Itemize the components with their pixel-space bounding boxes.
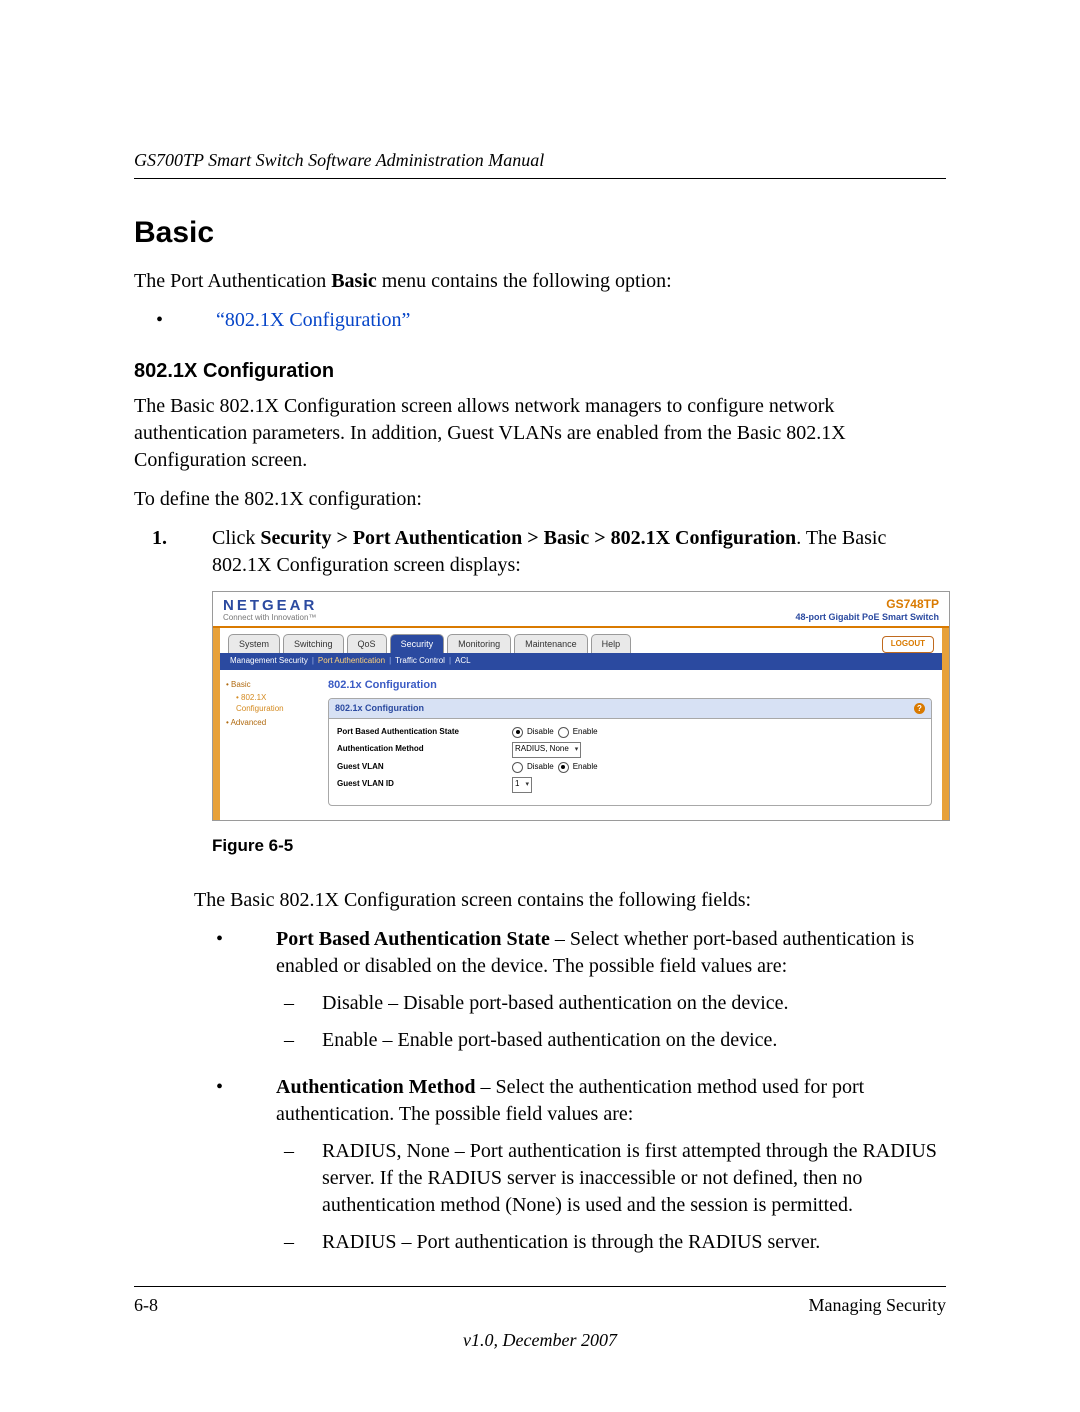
- right-rail: [942, 628, 949, 820]
- radio-gvlan-enable-label: Enable: [573, 762, 598, 773]
- bullet-marker: •: [134, 307, 216, 334]
- help-icon[interactable]: ?: [914, 703, 925, 714]
- figure-screenshot: NETGEAR Connect with Innovation™ GS748TP…: [212, 591, 950, 821]
- select-guest-vlan-id-value: 1: [515, 779, 519, 790]
- select-auth-method[interactable]: RADIUS, None ▾: [512, 742, 581, 758]
- tab-system[interactable]: System: [228, 634, 280, 653]
- dash-marker: –: [276, 1027, 322, 1054]
- select-auth-method-value: RADIUS, None: [515, 744, 569, 755]
- desc-paragraph: The Basic 802.1X Configuration screen al…: [134, 393, 946, 474]
- chevron-down-icon: ▾: [575, 745, 579, 754]
- netgear-tagline: Connect with Innovation™: [223, 613, 317, 624]
- subnav-acl[interactable]: ACL: [455, 656, 471, 665]
- bullet-link-row: • “802.1X Configuration”: [134, 307, 946, 334]
- intro-post: menu contains the following option:: [377, 270, 672, 292]
- side-basic[interactable]: • Basic: [226, 680, 316, 691]
- tab-switching[interactable]: Switching: [283, 634, 344, 653]
- chapter-title: Managing Security: [809, 1293, 946, 1317]
- select-guest-vlan-id[interactable]: 1▾: [512, 777, 532, 793]
- logout-button[interactable]: LOGOUT: [882, 636, 934, 653]
- field-pbas-name: Port Based Authentication State: [276, 928, 550, 950]
- intro-paragraph: The Port Authentication Basic menu conta…: [134, 268, 946, 295]
- version-footer: v1.0, December 2007: [134, 1328, 946, 1352]
- field-auth-opt-radius-none: RADIUS, None – Port authentication is fi…: [322, 1138, 946, 1219]
- radio-pbas-disable-label: Disable: [527, 727, 554, 738]
- sub-nav: Management Security|Port Authentication|…: [220, 653, 942, 670]
- subnav-port-auth[interactable]: Port Authentication: [318, 656, 385, 665]
- dash-marker: –: [276, 990, 322, 1017]
- intro-pre: The Port Authentication: [134, 270, 331, 292]
- fields-intro: The Basic 802.1X Configuration screen co…: [194, 887, 946, 914]
- tab-monitoring[interactable]: Monitoring: [447, 634, 511, 653]
- field-auth-opt-radius: RADIUS – Port authentication is through …: [322, 1229, 946, 1256]
- radio-gvlan-disable[interactable]: [512, 762, 523, 773]
- heading-8021x: 802.1X Configuration: [134, 358, 946, 385]
- bullet-marker: •: [194, 926, 276, 1064]
- tab-maintenance[interactable]: Maintenance: [514, 634, 588, 653]
- side-8021x[interactable]: • 802.1X Configuration: [226, 693, 316, 715]
- define-paragraph: To define the 802.1X configuration:: [134, 486, 946, 513]
- subnav-mgmt-security[interactable]: Management Security: [230, 656, 308, 665]
- radio-pbas-enable[interactable]: [558, 727, 569, 738]
- product-model: GS748TP: [795, 598, 939, 612]
- field-pbas-opt-disable: Disable – Disable port-based authenticat…: [322, 990, 946, 1017]
- link-8021x-config[interactable]: “802.1X Configuration”: [216, 309, 410, 331]
- panel-heading: 802.1x Configuration: [335, 702, 424, 714]
- dash-marker: –: [276, 1229, 322, 1256]
- field-pbas-opt-enable: Enable – Enable port-based authenticatio…: [322, 1027, 946, 1054]
- page-number: 6-8: [134, 1293, 158, 1317]
- heading-basic: Basic: [134, 213, 946, 254]
- bullet-marker: •: [194, 1074, 276, 1266]
- step-1: Click Security > Port Authentication > B…: [134, 525, 946, 876]
- product-desc: 48-port Gigabit PoE Smart Switch: [795, 612, 939, 622]
- tab-bar: System Switching QoS Security Monitoring…: [220, 628, 942, 653]
- tab-qos[interactable]: QoS: [347, 634, 387, 653]
- radio-pbas-disable[interactable]: [512, 727, 523, 738]
- left-rail: [213, 628, 220, 820]
- netgear-logo: NETGEAR: [223, 598, 317, 613]
- step1-pre: Click: [212, 527, 260, 549]
- header-rule: [134, 178, 946, 179]
- config-panel: 802.1x Configuration ? Port Based Authen…: [328, 698, 932, 805]
- side-advanced[interactable]: • Advanced: [226, 718, 316, 729]
- radio-gvlan-enable[interactable]: [558, 762, 569, 773]
- field-auth-name: Authentication Method: [276, 1076, 475, 1098]
- intro-bold: Basic: [331, 270, 377, 292]
- tab-security[interactable]: Security: [390, 634, 445, 653]
- label-guest-vlan: Guest VLAN: [337, 762, 512, 773]
- footer-rule: [134, 1286, 946, 1287]
- dash-marker: –: [276, 1138, 322, 1219]
- label-guest-vlan-id: Guest VLAN ID: [337, 779, 512, 790]
- label-auth-method: Authentication Method: [337, 744, 512, 755]
- running-header: GS700TP Smart Switch Software Administra…: [134, 148, 946, 172]
- radio-pbas-enable-label: Enable: [573, 727, 598, 738]
- label-pbas: Port Based Authentication State: [337, 727, 512, 738]
- tab-help[interactable]: Help: [591, 634, 632, 653]
- side-nav: • Basic • 802.1X Configuration • Advance…: [220, 670, 322, 820]
- config-page-title: 802.1x Configuration: [328, 678, 932, 693]
- subnav-traffic-control[interactable]: Traffic Control: [395, 656, 445, 665]
- radio-gvlan-disable-label: Disable: [527, 762, 554, 773]
- step1-path: Security > Port Authentication > Basic >…: [260, 527, 796, 549]
- chevron-down-icon: ▾: [525, 780, 529, 789]
- figure-caption: Figure 6-5: [212, 835, 950, 858]
